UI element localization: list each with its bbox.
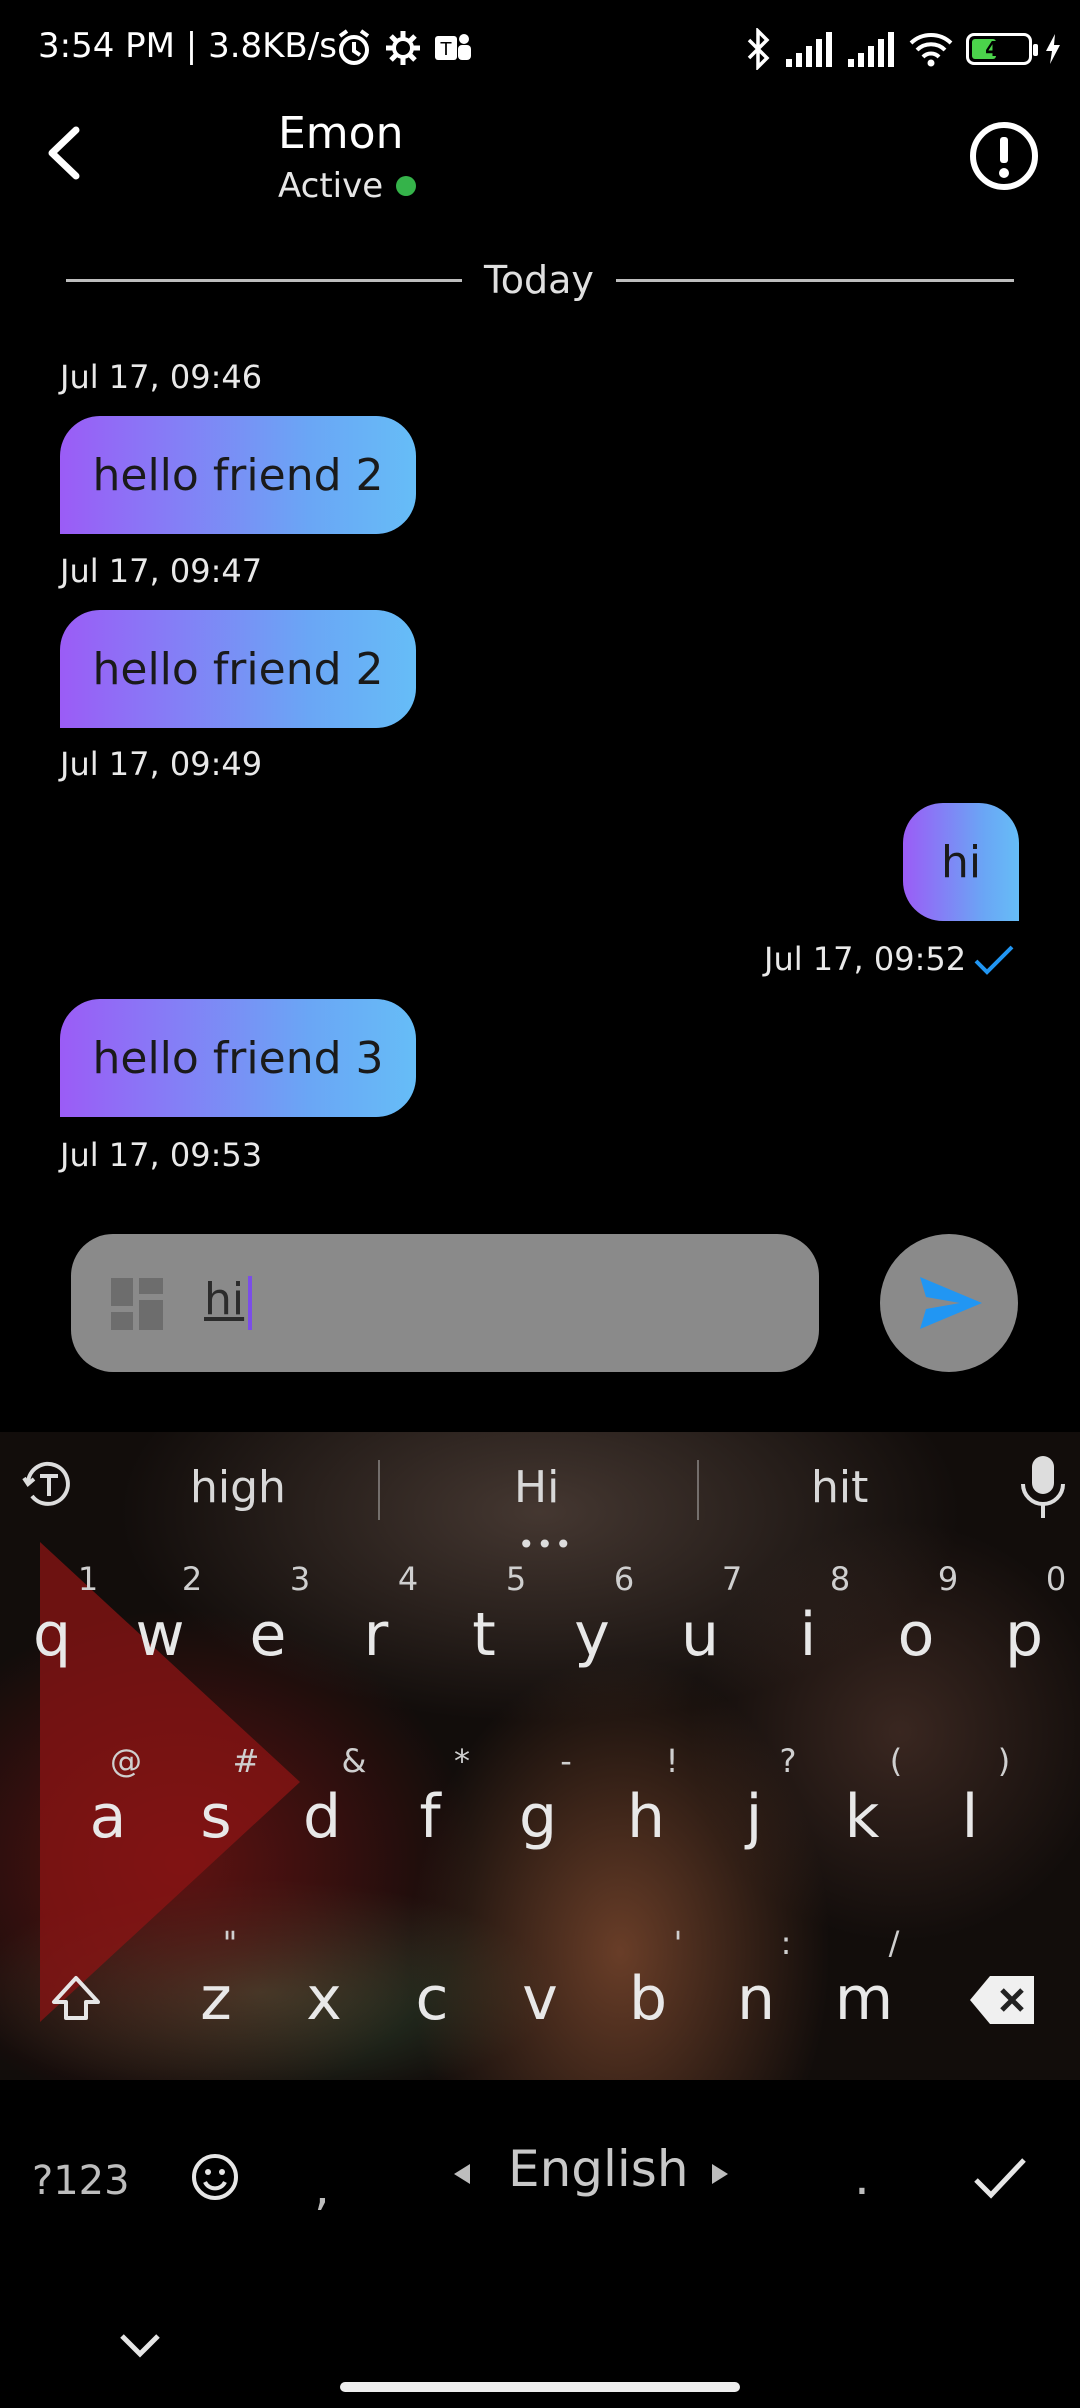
key-z[interactable]: " z (166, 1924, 266, 2084)
key-i[interactable]: 8i (758, 1560, 858, 1720)
contact-status: Active (278, 166, 384, 206)
text-style-icon[interactable] (22, 1458, 76, 1512)
key-v[interactable]: v (490, 1924, 590, 2084)
status-left-icons: T (335, 28, 473, 68)
bluetooth-icon (747, 28, 770, 70)
chevron-down-icon[interactable] (116, 2330, 164, 2360)
status-time: 3:54 PM | 3.8KB/s (38, 26, 337, 66)
suggestion-separator (697, 1460, 699, 1520)
key-o[interactable]: 9o (866, 1560, 966, 1720)
outgoing-message-bubble[interactable]: hi (903, 803, 1019, 921)
key-w[interactable]: 2w (110, 1560, 210, 1720)
checkmark-icon (974, 945, 1014, 975)
key-l[interactable]: ) l (920, 1742, 1020, 1902)
suggestion-more[interactable]: ••• (518, 1528, 574, 1561)
signal-icon (786, 32, 832, 67)
charging-icon (1046, 34, 1060, 64)
key-n[interactable]: :n (706, 1924, 806, 2084)
enter-check-icon[interactable] (972, 2154, 1028, 2202)
message-text: hello friend 3 (92, 1032, 384, 1084)
key-s[interactable]: # s (166, 1742, 266, 1902)
send-button[interactable] (880, 1234, 1018, 1372)
emoji-icon[interactable] (190, 2152, 240, 2202)
info-icon[interactable] (968, 120, 1040, 192)
key-f[interactable]: * f (380, 1742, 480, 1902)
key-c[interactable]: c (382, 1924, 482, 2084)
key-g[interactable]: -g (488, 1742, 588, 1902)
wifi-icon (909, 33, 953, 67)
on-screen-keyboard: high Hi ••• hit 1q 2w 3e 4r 5t 6y 7u 8i … (0, 1432, 1080, 2408)
key-e[interactable]: 3e (218, 1560, 318, 1720)
key-r[interactable]: 4r (326, 1560, 426, 1720)
back-button[interactable] (30, 118, 100, 188)
date-divider-line (616, 279, 1014, 282)
online-status-dot (396, 176, 416, 196)
status-right-icons: 40 (746, 28, 1062, 70)
comma-key[interactable]: , (314, 2158, 330, 2216)
microphone-icon[interactable] (1018, 1454, 1068, 1520)
period-key[interactable]: . (854, 2148, 870, 2206)
incoming-message-bubble[interactable]: hello friend 2 (60, 416, 416, 534)
incoming-message-bubble[interactable]: hello friend 2 (60, 610, 416, 728)
shift-icon[interactable] (48, 1972, 104, 2028)
key-q[interactable]: 1q (2, 1560, 102, 1720)
key-k[interactable]: (k (812, 1742, 912, 1902)
suggestion-item[interactable]: high (190, 1462, 286, 1513)
alarm-icon (338, 29, 370, 65)
message-timestamp: Jul 17, 09:49 (60, 745, 263, 783)
message-input-value[interactable]: hi (204, 1274, 244, 1325)
message-timestamp: Jul 17, 09:52 (764, 940, 967, 978)
key-t[interactable]: 5t (434, 1560, 534, 1720)
message-text: hi (940, 836, 982, 888)
home-indicator[interactable] (340, 2382, 740, 2392)
send-icon (920, 1277, 982, 1329)
language-spacebar[interactable]: English (508, 2140, 689, 2198)
language-prev-icon[interactable] (452, 2162, 472, 2186)
status-bar: 3:54 PM | 3.8KB/s T 40 (0, 0, 1080, 100)
key-m[interactable]: / m (814, 1924, 914, 2084)
key-h[interactable]: ! h (596, 1742, 696, 1902)
key-j[interactable]: ? j (704, 1742, 804, 1902)
message-text: hello friend 2 (92, 449, 384, 501)
key-p[interactable]: 0p (974, 1560, 1074, 1720)
battery-icon: 40 (966, 33, 1038, 65)
svg-text:T: T (440, 39, 453, 60)
backspace-icon[interactable] (968, 1974, 1038, 2026)
teams-icon: T (435, 34, 471, 60)
language-next-icon[interactable] (710, 2162, 730, 2186)
message-timestamp: Jul 17, 09:47 (60, 552, 263, 590)
signal-icon (848, 32, 894, 67)
message-input-field[interactable]: hi (71, 1234, 819, 1372)
suggestion-item[interactable]: Hi (514, 1462, 559, 1513)
key-y[interactable]: 6y (542, 1560, 642, 1720)
key-x[interactable]: x (274, 1924, 374, 2084)
suggestion-separator (378, 1460, 380, 1520)
symbols-key[interactable]: ?123 (32, 2158, 130, 2204)
message-timestamp: Jul 17, 09:46 (60, 358, 263, 396)
key-d[interactable]: & d (272, 1742, 372, 1902)
message-text: hello friend 2 (92, 643, 384, 695)
text-caret (248, 1276, 252, 1330)
incoming-message-bubble[interactable]: hello friend 3 (60, 999, 416, 1117)
date-divider-line (66, 279, 462, 282)
key-b[interactable]: ' b (598, 1924, 698, 2084)
message-timestamp: Jul 17, 09:53 (60, 1136, 263, 1174)
suggestion-item[interactable]: hit (811, 1462, 868, 1513)
gear-icon (386, 31, 420, 65)
key-u[interactable]: 7u (650, 1560, 750, 1720)
battery-level: 40 (985, 37, 1013, 61)
contact-name[interactable]: Emon (278, 108, 403, 159)
date-divider-label: Today (484, 258, 594, 302)
key-a[interactable]: @ a (58, 1742, 158, 1902)
grid-icon[interactable] (111, 1278, 163, 1330)
